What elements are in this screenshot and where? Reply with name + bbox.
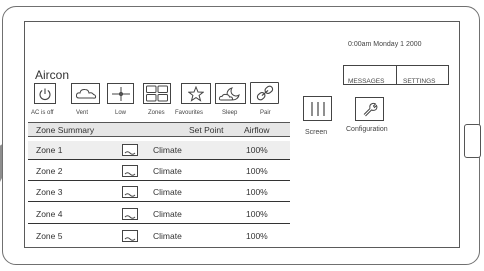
sleep-label: Sleep	[222, 110, 238, 116]
power-button[interactable]	[34, 83, 56, 104]
screen-bars-icon	[310, 101, 325, 116]
header-set-point: Set Point	[189, 125, 224, 135]
wrench-icon	[363, 102, 377, 117]
messages-button[interactable]: MESSAGES	[348, 78, 384, 85]
header-zone-summary: Zone Summary	[36, 125, 95, 135]
settings-button[interactable]: SETTINGS	[403, 78, 436, 85]
fan-speed-label: Low	[115, 110, 127, 116]
zone-mode: Climate	[153, 231, 182, 241]
configuration-button[interactable]	[355, 97, 384, 121]
zone-mode: Climate	[153, 166, 182, 176]
screen-button[interactable]	[303, 96, 332, 121]
zone-airflow: 100%	[246, 231, 268, 241]
zone-name: Zone 5	[36, 231, 63, 241]
screen-label: Screen	[305, 129, 328, 136]
moon-cloud-icon	[218, 86, 240, 100]
zone-row[interactable]: Zone 5 Climate 100%	[28, 227, 290, 246]
star-icon	[188, 85, 204, 102]
climate-mode-icon[interactable]	[122, 165, 138, 177]
zone-name: Zone 2	[36, 166, 63, 176]
pair-button[interactable]	[250, 82, 279, 104]
climate-mode-icon[interactable]	[122, 144, 138, 156]
zone-airflow: 100%	[246, 145, 268, 155]
zone-summary-header: Zone Summary Set Point Airflow	[28, 122, 290, 137]
climate-mode-icon[interactable]	[122, 230, 138, 242]
zones-button[interactable]	[143, 83, 171, 104]
datetime-display: 0:00am Monday 1 2000	[348, 41, 422, 48]
zone-row[interactable]: Zone 2 Climate 100%	[28, 162, 290, 181]
page-title: Aircon	[35, 68, 70, 82]
cloud-icon	[75, 88, 96, 99]
favourites-label: Favourites	[175, 110, 204, 116]
pair-label: Pair	[260, 110, 271, 116]
zone-airflow: 100%	[246, 187, 268, 197]
zone-airflow: 100%	[246, 166, 268, 176]
zone-mode: Climate	[153, 209, 182, 219]
climate-mode-icon[interactable]	[122, 208, 138, 220]
zone-mode: Climate	[153, 145, 182, 155]
zone-name: Zone 1	[36, 145, 63, 155]
configuration-label: Configuration	[346, 126, 388, 133]
fan-speed-icon	[111, 86, 130, 101]
fan-speed-button[interactable]	[107, 83, 134, 104]
sleep-button[interactable]	[215, 83, 246, 104]
favourites-button[interactable]	[181, 83, 211, 104]
zone-name: Zone 4	[36, 209, 63, 219]
zone-row[interactable]: Zone 1 Climate 100%	[28, 141, 290, 160]
zone-row[interactable]: Zone 4 Climate 100%	[28, 205, 290, 224]
pair-link-icon	[256, 85, 273, 101]
zone-name: Zone 3	[36, 187, 63, 197]
vent-label: Vent	[76, 110, 89, 116]
zone-mode: Climate	[153, 187, 182, 197]
power-label: AC is off	[31, 110, 54, 116]
zones-label: Zones	[148, 110, 165, 116]
power-icon	[39, 88, 51, 100]
zones-grid-icon	[146, 85, 168, 102]
zone-row[interactable]: Zone 3 Climate 100%	[28, 183, 290, 202]
messages-settings-divider	[396, 65, 397, 85]
zone-airflow: 100%	[246, 209, 268, 219]
home-button[interactable]	[464, 124, 481, 158]
vent-button[interactable]	[71, 83, 100, 104]
header-airflow: Airflow	[244, 125, 270, 135]
climate-mode-icon[interactable]	[122, 186, 138, 198]
